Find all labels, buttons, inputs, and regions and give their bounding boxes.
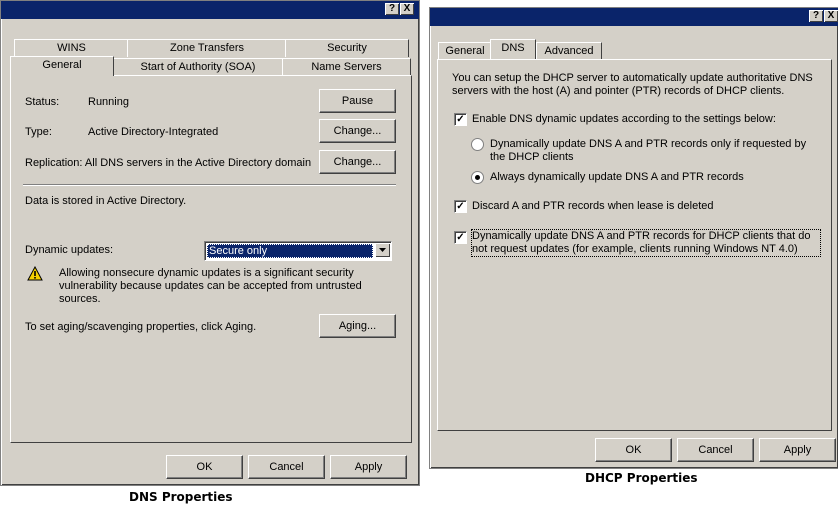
cancel-button[interactable]: Cancel	[248, 455, 325, 479]
close-icon[interactable]: X	[824, 10, 838, 22]
dhcp-titlebar: ? X	[430, 8, 838, 26]
nonrequest-update-label: Dynamically update DNS A and PTR records…	[471, 229, 821, 257]
stored-text: Data is stored in Active Directory.	[25, 195, 187, 207]
cancel-button[interactable]: Cancel	[677, 438, 754, 462]
always-update-radio[interactable]	[471, 171, 484, 184]
change-replication-button[interactable]: Change...	[319, 150, 396, 174]
discard-records-label: Discard A and PTR records when lease is …	[472, 200, 714, 212]
help-icon[interactable]: ?	[809, 10, 823, 22]
change-type-button[interactable]: Change...	[319, 119, 396, 143]
nonrequest-update-checkbox[interactable]: ✓	[454, 231, 467, 244]
type-label: Type:	[25, 126, 52, 138]
aging-text: To set aging/scavenging properties, clic…	[25, 321, 257, 333]
dns-properties-dialog: ? X WINS Zone Transfers Security General…	[0, 0, 420, 486]
tab-advanced[interactable]: Advanced	[536, 42, 602, 60]
tab-start-of-authority[interactable]: Start of Authority (SOA)	[112, 58, 284, 76]
warning-icon	[27, 265, 43, 282]
pause-button[interactable]: Pause	[319, 89, 396, 113]
always-update-label: Always dynamically update DNS A and PTR …	[490, 171, 744, 183]
tab-dns[interactable]: DNS	[490, 39, 536, 59]
discard-records-checkbox[interactable]: ✓	[454, 200, 467, 213]
tab-general[interactable]: General	[438, 42, 492, 60]
ok-button[interactable]: OK	[166, 455, 243, 479]
tab-wins[interactable]: WINS	[14, 39, 129, 57]
dynamic-updates-label: Dynamic updates:	[25, 244, 114, 256]
warning-text: Allowing nonsecure dynamic updates is a …	[59, 267, 362, 305]
tab-zone-transfers[interactable]: Zone Transfers	[127, 39, 287, 57]
dhcp-caption: DHCP Properties	[585, 471, 698, 485]
dynamic-updates-select[interactable]: Secure only	[204, 241, 392, 261]
dynamic-updates-selected: Secure only	[207, 244, 373, 258]
dns-caption: DNS Properties	[129, 490, 233, 504]
status-value: Running	[88, 96, 129, 108]
dhcp-properties-dialog: ? X General DNS Advanced You can setup t…	[429, 7, 838, 469]
apply-button[interactable]: Apply	[330, 455, 407, 479]
type-value: Active Directory-Integrated	[88, 126, 219, 138]
tab-general[interactable]: General	[10, 56, 114, 76]
chevron-down-icon[interactable]	[375, 243, 390, 257]
aging-button[interactable]: Aging...	[319, 314, 396, 338]
help-icon[interactable]: ?	[385, 3, 399, 15]
apply-button[interactable]: Apply	[759, 438, 836, 462]
update-if-requested-label: Dynamically update DNS A and PTR records…	[490, 138, 807, 163]
separator	[23, 184, 396, 186]
tab-name-servers[interactable]: Name Servers	[282, 58, 411, 76]
enable-updates-checkbox[interactable]: ✓	[454, 113, 467, 126]
enable-updates-label: Enable DNS dynamic updates according to …	[472, 113, 776, 125]
update-if-requested-radio[interactable]	[471, 138, 484, 151]
replication-text: Replication: All DNS servers in the Acti…	[25, 157, 312, 169]
close-icon[interactable]: X	[400, 3, 414, 15]
intro-text: You can setup the DHCP server to automat…	[452, 72, 813, 97]
dns-titlebar: ? X	[1, 1, 419, 19]
ok-button[interactable]: OK	[595, 438, 672, 462]
status-label: Status:	[25, 96, 60, 108]
tab-security[interactable]: Security	[285, 39, 409, 57]
